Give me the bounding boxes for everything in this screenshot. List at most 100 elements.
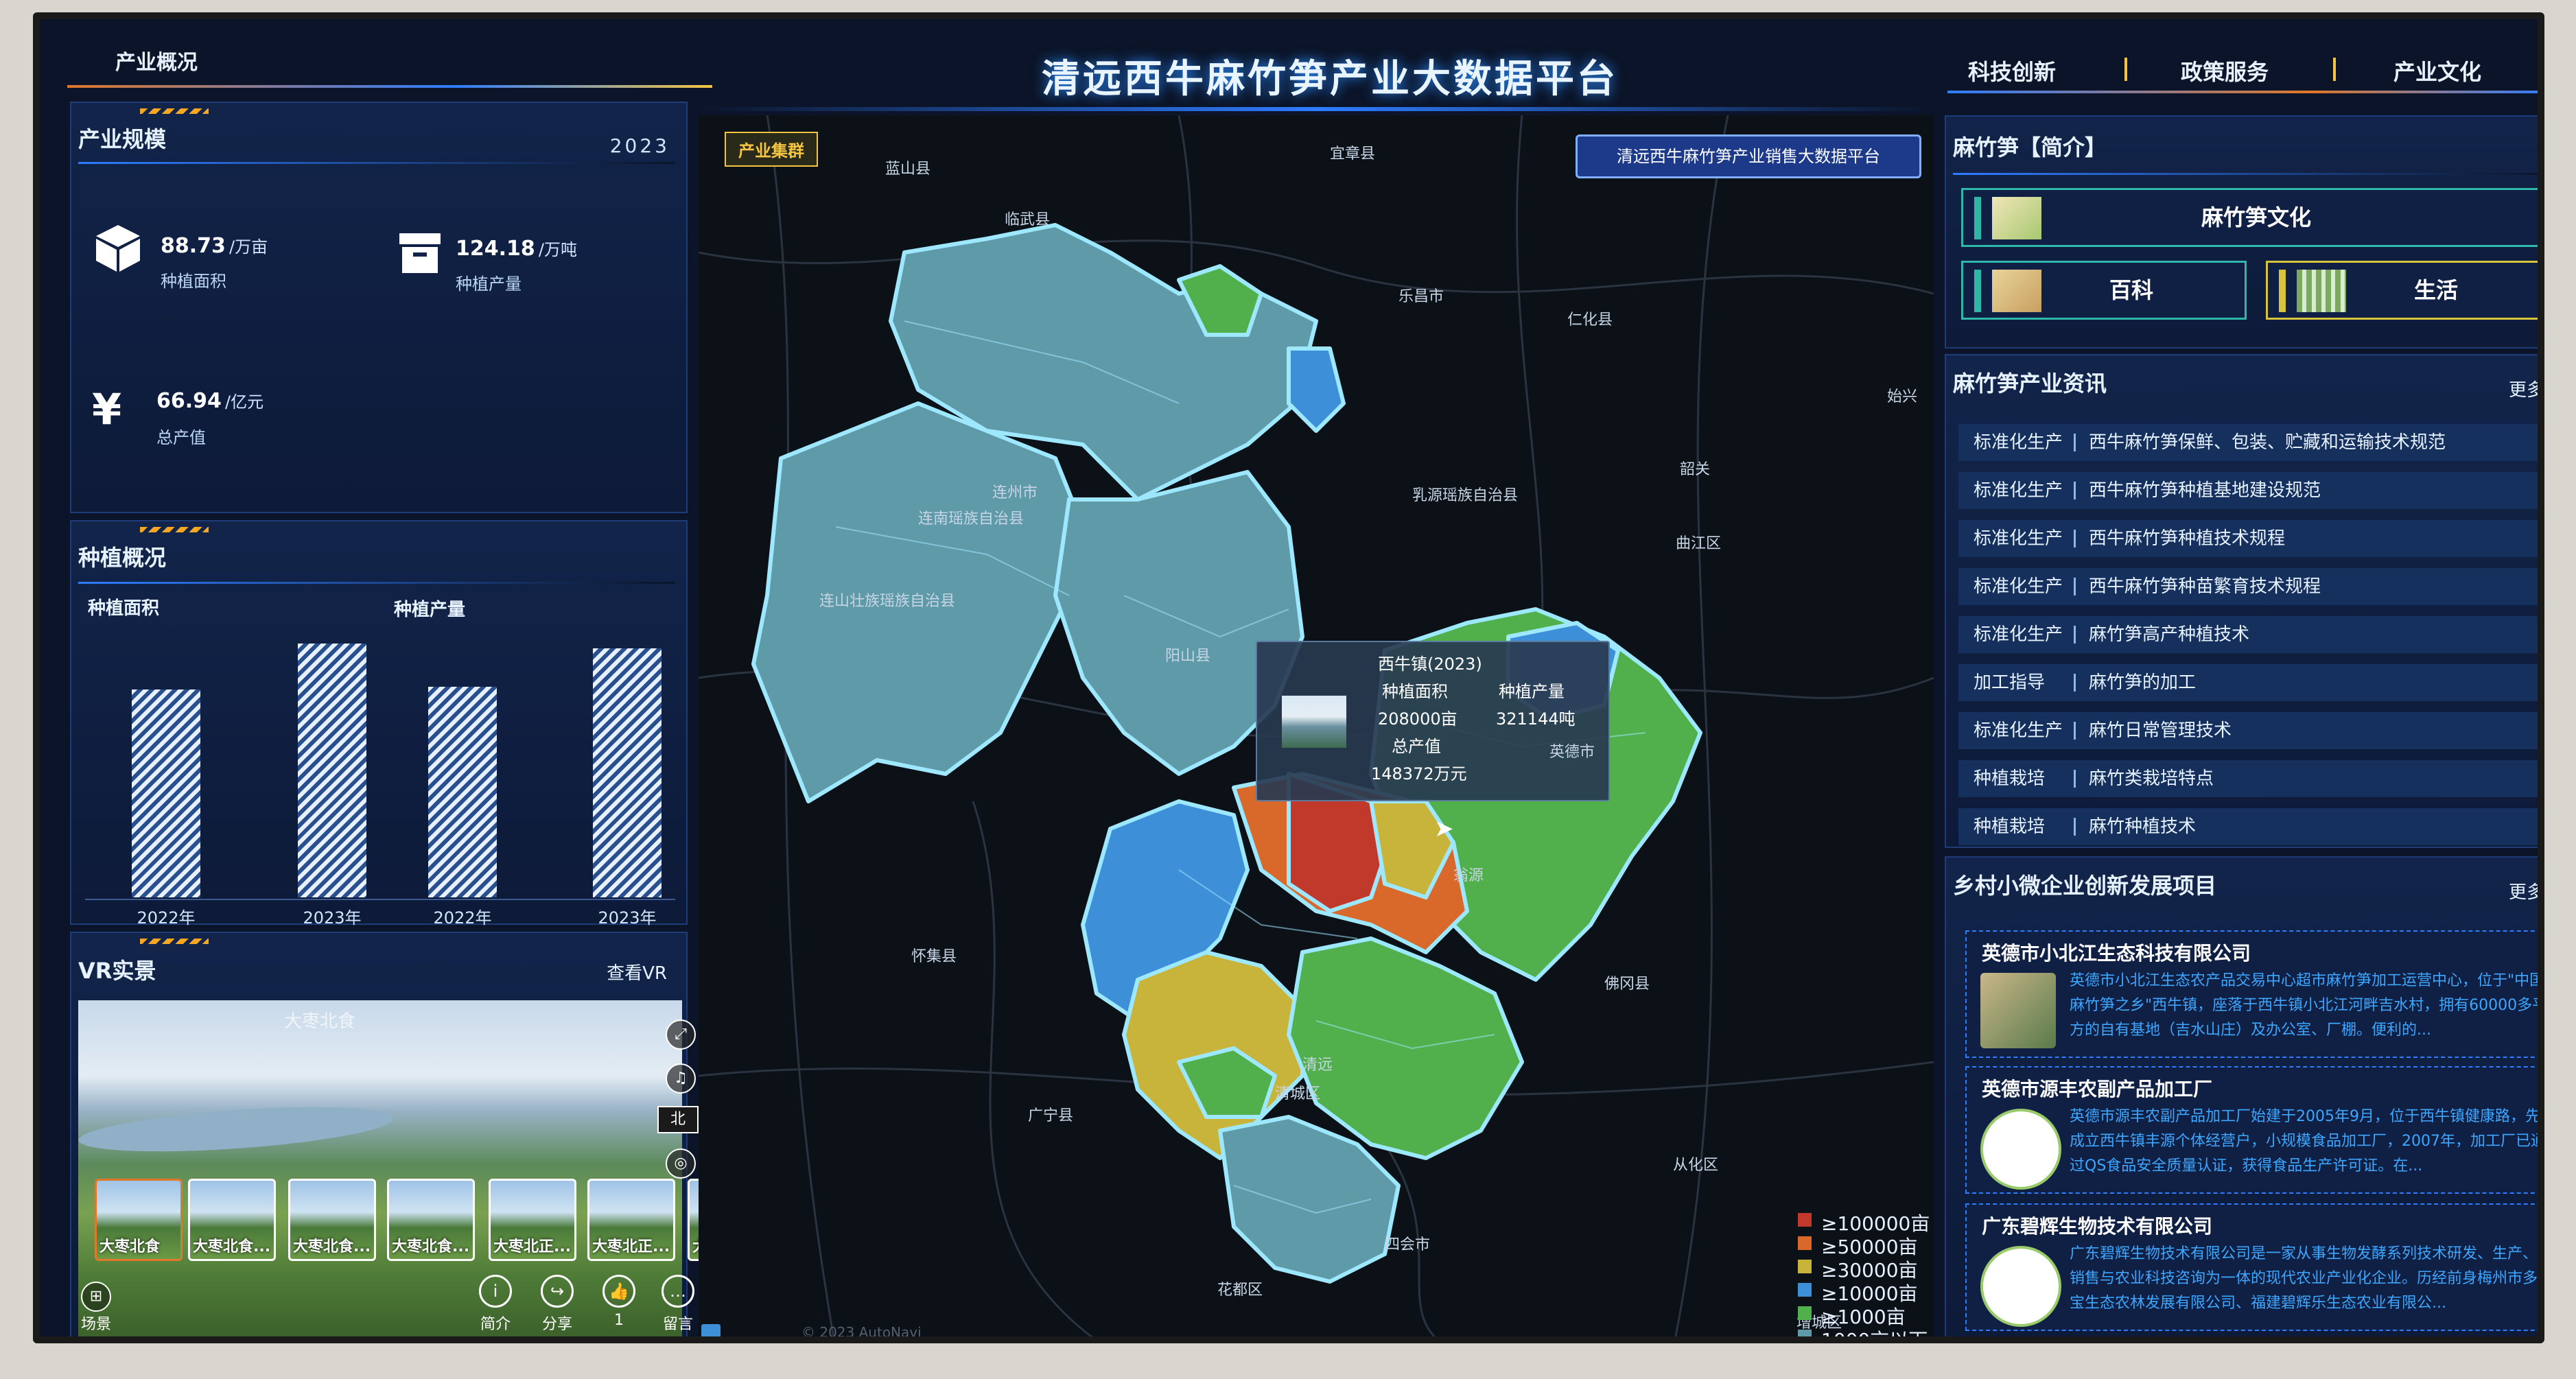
sales-platform-button[interactable]: 清远西牛麻竹笋产业销售大数据平台: [1576, 134, 1921, 178]
life-button[interactable]: 生活: [2266, 261, 2538, 320]
vr-thumbnail[interactable]: 大枣北食: [95, 1179, 183, 1261]
news-item[interactable]: 标准化生产 麻竹笋高产种植技术: [1958, 616, 2538, 653]
tab-tech-innovation[interactable]: 科技创新: [1968, 55, 2056, 86]
copyright: © 2023 AutoNavi: [801, 1324, 922, 1341]
map-view[interactable]: 产业集群 清远西牛麻竹笋产业销售大数据平台 西牛镇(2023) 种植面积 种植产…: [699, 115, 1934, 1341]
region-southeast: [1287, 936, 1524, 1160]
news-item[interactable]: 标准化生产 西牛麻竹笋种植基地建设规范: [1958, 472, 2538, 509]
popup-total-label: 总产值: [1392, 737, 1441, 756]
map-place-label: 连南瑶族自治县: [918, 510, 1024, 528]
popup-col1-label: 种植面积: [1382, 682, 1448, 701]
vr-action-label: 留言: [662, 1316, 693, 1333]
legend-swatch: [1798, 1330, 1812, 1336]
map-place-label: 韶关: [1680, 461, 1711, 478]
encyclopedia-button[interactable]: 百科: [1961, 261, 2247, 320]
grid-icon: ⊞: [81, 1282, 111, 1312]
project-card[interactable]: 英德市源丰农副产品加工厂 英德市源丰农副产品加工厂始建于2005年9月，位于西牛镇…: [1965, 1066, 2538, 1194]
news-title: 西牛麻竹笋种苗繁育技术规程: [2089, 576, 2321, 597]
vr-thumbnail[interactable]: 大枣北食...: [387, 1179, 475, 1261]
map-place-label: 连山壮族瑶族自治县: [819, 593, 956, 610]
news-separator: [2074, 818, 2076, 836]
button-label: 百科: [2109, 277, 2153, 303]
news-item[interactable]: 标准化生产 西牛麻竹笋保鲜、包装、贮藏和运输技术规范: [1958, 424, 2538, 461]
view-vr-link[interactable]: 查看VR: [607, 959, 667, 985]
popup-col1-value: 208000亩: [1378, 709, 1457, 729]
panel-heading: 麻竹笋产业资讯: [1953, 370, 2107, 397]
vr-action-label: 1: [614, 1312, 624, 1329]
news-category: 种植栽培: [1974, 816, 2046, 837]
map-place-label: 曲江区: [1676, 535, 1722, 552]
news-item[interactable]: 种植栽培 麻竹类栽培特点: [1958, 760, 2538, 797]
map-place-label: 怀集县: [911, 948, 957, 965]
panel-heading: VR实景: [78, 958, 156, 984]
vr-thumbnail[interactable]: 大枣北正...: [489, 1179, 576, 1261]
news-title: 麻竹笋高产种植技术: [2089, 624, 2250, 645]
news-more-link[interactable]: 更多: [2509, 376, 2538, 401]
news-item[interactable]: 标准化生产 西牛麻竹笋种植技术规程: [1958, 520, 2538, 557]
news-item[interactable]: 种植栽培 麻竹种植技术: [1958, 808, 2538, 845]
projects-more-link[interactable]: 更多: [2509, 878, 2538, 904]
compass-icon[interactable]: ◎: [666, 1148, 696, 1179]
panel-stripe: [140, 939, 209, 944]
side-label-tab[interactable]: 北: [657, 1106, 699, 1133]
bamboo-culture-button[interactable]: 麻竹笋文化: [1961, 188, 2538, 247]
vr-action-button[interactable]: ↪ 分享: [530, 1275, 585, 1334]
kpi-value: 124.18: [456, 237, 535, 261]
kpi-value-total: 66.94 /亿元 总产值: [156, 388, 264, 448]
news-item[interactable]: 标准化生产 西牛麻竹笋种苗繁育技术规程: [1958, 568, 2538, 605]
vr-action-button[interactable]: 👍 1: [592, 1275, 646, 1329]
news-category: 种植栽培: [1974, 768, 2046, 789]
vr-action-button[interactable]: i 简介: [468, 1275, 523, 1334]
thumbnail-label: 大枣北食: [99, 1238, 161, 1256]
share-link-icon[interactable]: ⤢: [666, 1019, 696, 1050]
news-title: 西牛麻竹笋保鲜、包装、贮藏和运输技术规范: [2089, 432, 2446, 453]
news-separator: [2074, 530, 2076, 547]
vr-action-button[interactable]: … 留言: [651, 1275, 705, 1334]
chart-bar: [132, 690, 200, 897]
button-accent-bar: [2279, 270, 2286, 312]
industry-cluster-tag[interactable]: 产业集群: [725, 132, 818, 167]
project-logo: [1980, 1109, 2061, 1190]
news-category: 标准化生产: [1974, 480, 2063, 501]
tab-overview[interactable]: 产业概况: [115, 45, 198, 75]
project-card[interactable]: 广东碧辉生物技术有限公司 广东碧辉生物技术有限公司是一家从事生物发酵系列技术研发、…: [1965, 1203, 2538, 1331]
vr-thumbnail[interactable]: 大枣北食...: [288, 1179, 376, 1261]
display-screen: 产业概况 清远西牛麻竹笋产业大数据平台 科技创新 政策服务 产业文化 产业规模 …: [33, 12, 2544, 1343]
kpi-value: 88.73: [161, 234, 226, 258]
thumbnail-label: 大枣北食...: [293, 1238, 371, 1256]
project-name: 英德市小北江生态科技有限公司: [1982, 942, 2251, 965]
map-place-label: 临武县: [1005, 211, 1051, 228]
news-separator: [2074, 770, 2076, 788]
project-description: 英德市小北江生态农产品交易中心超市麻竹笋加工运营中心，位于"中国麻竹笋之乡"西牛…: [2070, 972, 2544, 1039]
tab-policy-services[interactable]: 政策服务: [2181, 55, 2269, 86]
panel-head-line: [78, 162, 675, 164]
news-separator: [2074, 434, 2076, 451]
scene-button[interactable]: ⊞ 场景: [75, 1282, 117, 1334]
map-place-label: 四会市: [1385, 1236, 1431, 1253]
region-north-blue: [1287, 346, 1346, 433]
button-accent-bar: [1974, 270, 1981, 312]
tab-industry-culture[interactable]: 产业文化: [2393, 55, 2481, 86]
news-item[interactable]: 标准化生产 麻竹日常管理技术: [1958, 712, 2538, 749]
map-place-label: 佛冈县: [1604, 976, 1650, 993]
popup-col2-value: 321144吨: [1496, 709, 1576, 729]
chart-bar: [298, 644, 366, 897]
music-icon[interactable]: ♫: [666, 1063, 696, 1094]
vr-action-label: 分享: [541, 1316, 572, 1333]
project-card[interactable]: 英德市小北江生态科技有限公司英德市小北江生态农产品交易中心超市麻竹笋加工运营中心…: [1965, 930, 2544, 1058]
panel-heading: 麻竹笋【简介】: [1953, 134, 2107, 161]
news-item[interactable]: 加工指导 麻竹笋的加工: [1958, 664, 2538, 701]
vr-thumbnail[interactable]: 大枣北正...: [587, 1179, 675, 1261]
news-separator: [2074, 626, 2076, 644]
popup-total-value: 148372万元: [1371, 764, 1467, 783]
project-description: 广东碧辉生物技术有限公司是一家从事生物发酵系列技术研发、生产、销售与农业科技咨询…: [2070, 1245, 2538, 1312]
legend-swatch: [1798, 1306, 1812, 1320]
vr-action-icon: i: [479, 1275, 512, 1308]
panel-heading: 乡村小微企业创新发展项目: [1953, 873, 2217, 899]
kpi-unit: /万吨: [538, 240, 577, 259]
map-place-label: 清远: [1302, 1057, 1333, 1074]
title-glow-bar: [699, 107, 1934, 111]
vr-thumbnail[interactable]: 大枣北食...: [188, 1179, 276, 1261]
legend-swatch: [1798, 1236, 1812, 1250]
yen-icon: ¥: [92, 384, 122, 434]
